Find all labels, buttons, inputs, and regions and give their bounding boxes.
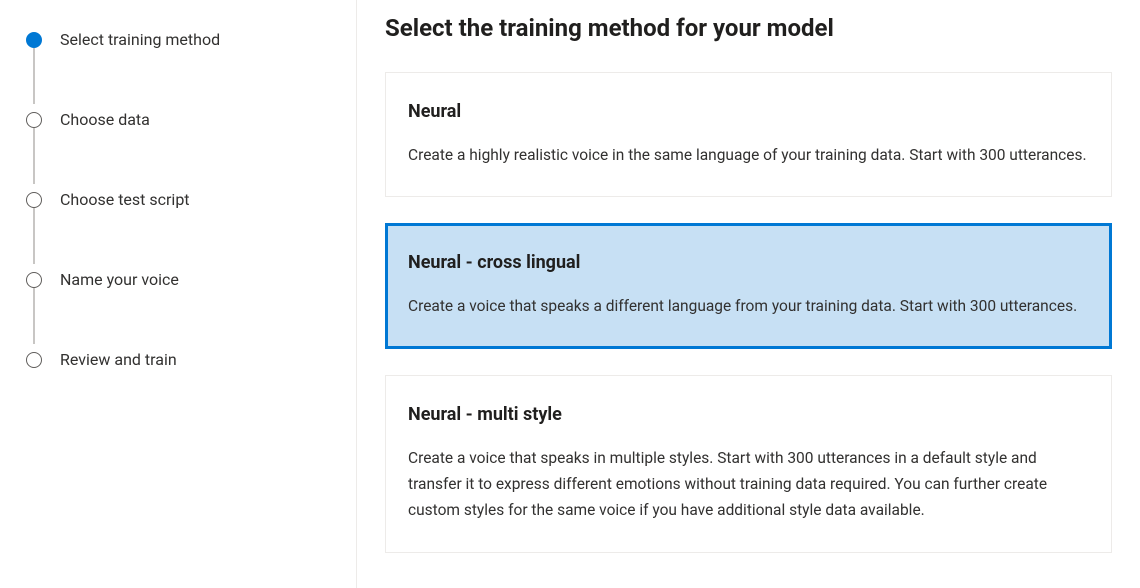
step-marker-icon <box>26 112 42 128</box>
step-marker-icon <box>26 272 42 288</box>
option-description: Create a voice that speaks a different l… <box>408 293 1089 319</box>
step-select-training-method[interactable]: Select training method <box>26 28 336 52</box>
step-review-and-train[interactable]: Review and train <box>26 348 336 372</box>
step-label: Choose test script <box>60 190 190 211</box>
step-choose-test-script[interactable]: Choose test script <box>26 188 336 212</box>
option-title: Neural - multi style <box>408 404 1089 425</box>
step-label: Name your voice <box>60 270 179 291</box>
training-option-neural[interactable]: Neural Create a highly realistic voice i… <box>385 72 1112 197</box>
wizard-steps-sidebar: Select training method Choose data Choos… <box>0 0 357 588</box>
option-title: Neural - cross lingual <box>408 252 1089 273</box>
option-title: Neural <box>408 101 1089 122</box>
step-label: Review and train <box>60 350 177 371</box>
wizard-steps-list: Select training method Choose data Choos… <box>26 28 336 372</box>
step-connector <box>33 288 35 344</box>
step-label: Choose data <box>60 110 150 131</box>
step-label: Select training method <box>60 30 220 51</box>
step-marker-icon <box>26 32 42 48</box>
training-option-neural-cross-lingual[interactable]: Neural - cross lingual Create a voice th… <box>385 223 1112 348</box>
step-choose-data[interactable]: Choose data <box>26 108 336 132</box>
main-content: Select the training method for your mode… <box>357 0 1140 588</box>
step-marker-icon <box>26 352 42 368</box>
step-marker-icon <box>26 192 42 208</box>
training-option-neural-multi-style[interactable]: Neural - multi style Create a voice that… <box>385 375 1112 553</box>
step-connector <box>33 208 35 264</box>
page-title: Select the training method for your mode… <box>385 14 1112 42</box>
option-description: Create a voice that speaks in multiple s… <box>408 445 1089 524</box>
step-connector <box>33 128 35 184</box>
step-name-your-voice[interactable]: Name your voice <box>26 268 336 292</box>
step-connector <box>33 48 35 104</box>
option-description: Create a highly realistic voice in the s… <box>408 142 1089 168</box>
